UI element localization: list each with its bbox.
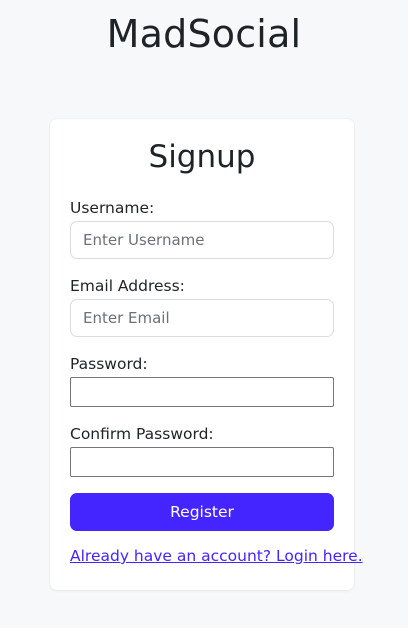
email-input[interactable] (70, 299, 334, 337)
password-label: Password: (70, 355, 148, 373)
username-label: Username: (70, 199, 155, 217)
confirm-password-input[interactable] (70, 447, 334, 477)
app-title: MadSocial (106, 12, 302, 56)
confirm-password-label: Confirm Password: (70, 425, 214, 443)
email-label: Email Address: (70, 277, 185, 295)
signup-title: Signup (148, 139, 256, 175)
register-button[interactable]: Register (70, 493, 334, 531)
password-input[interactable] (70, 377, 334, 407)
login-link[interactable]: Already have an account? Login here. (70, 547, 363, 565)
username-input[interactable] (70, 221, 334, 259)
signup-card: Signup Username: Email Address: Password… (50, 119, 363, 590)
